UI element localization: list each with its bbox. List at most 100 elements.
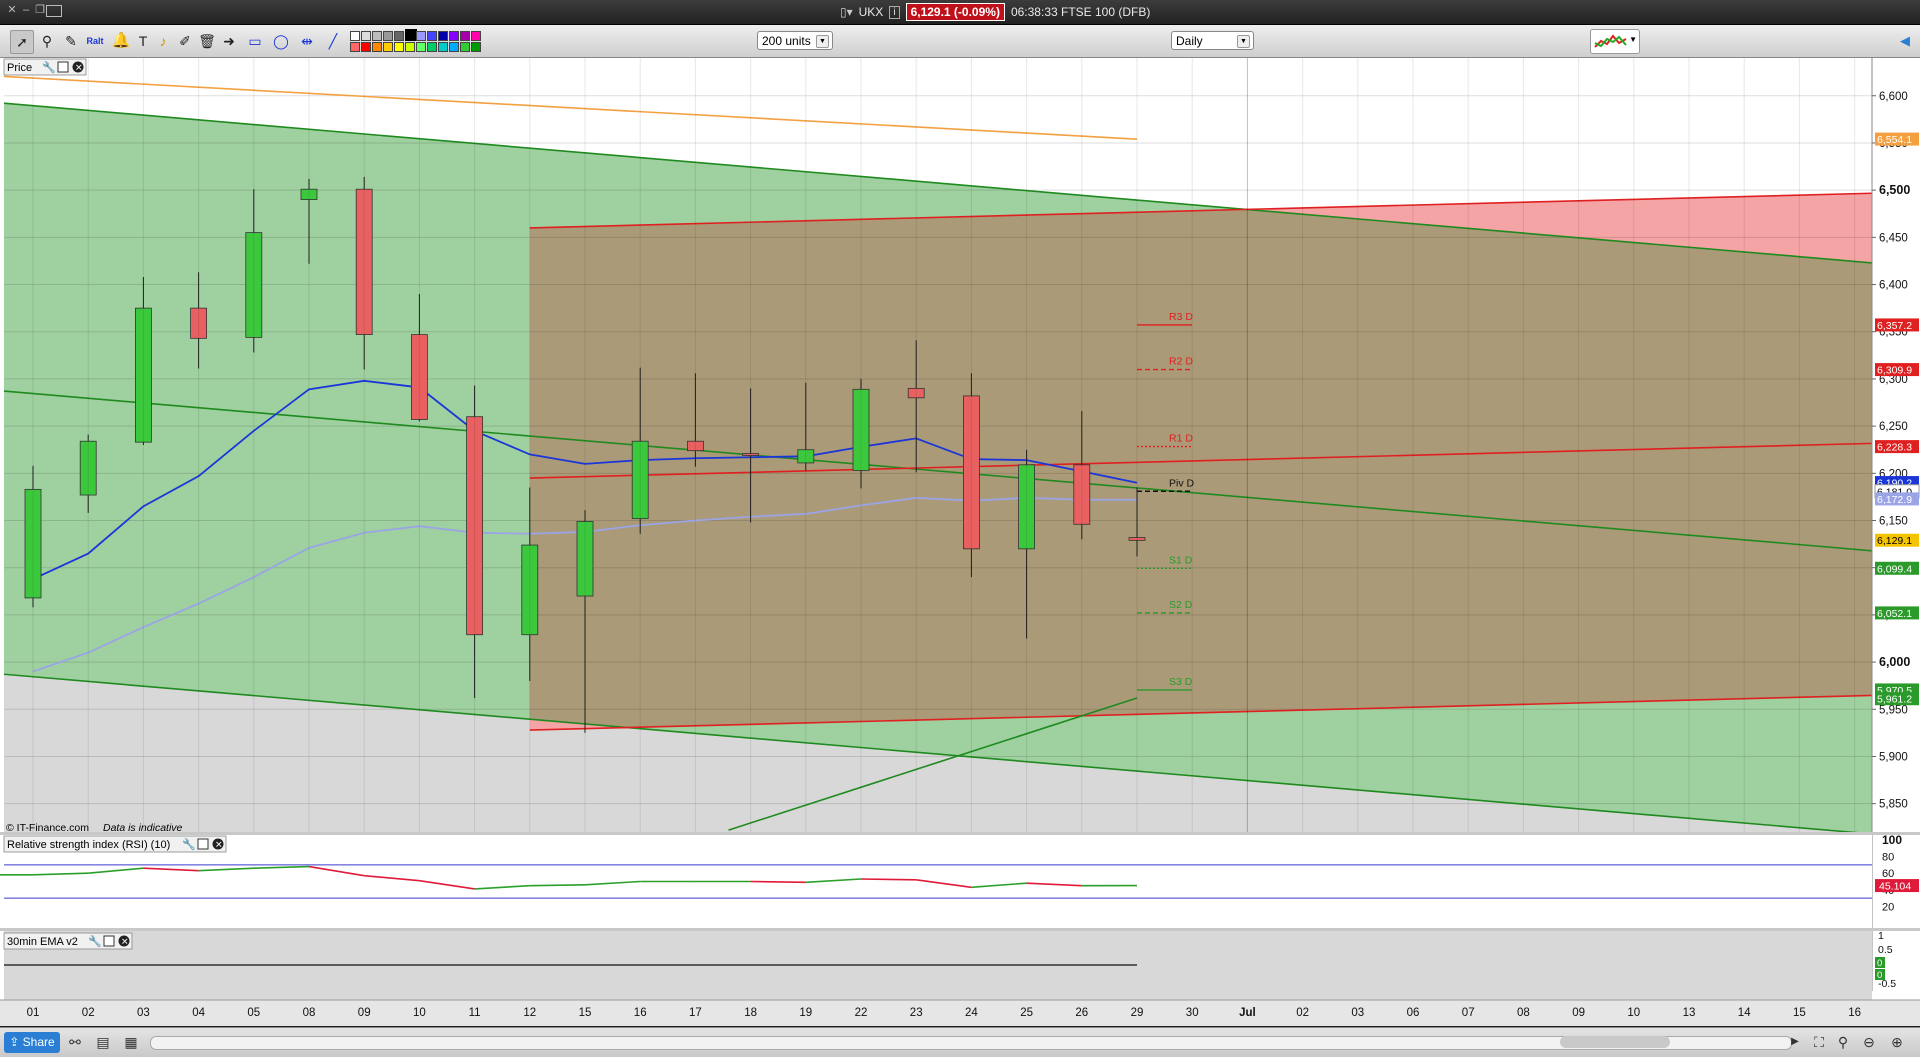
time-axis-label: 14 — [1738, 1007, 1751, 1019]
drawing-toolbar: ➚ ⚲ ✎ Ralt 🔔 T ♪ ✐ 🗑 ➜ ▭ ◯ ⇹ ╱ 200 units… — [0, 25, 1920, 58]
color-swatch-amber[interactable] — [383, 42, 393, 52]
time-axis-label: 16 — [634, 1007, 647, 1019]
chart-area[interactable]: R3 DR2 DR1 DPiv DS1 DS2 DS3 D6,6006,5506… — [0, 58, 1920, 1026]
price-badge: 6,129.1 (-0.09%) — [905, 3, 1005, 21]
color-swatch-purple[interactable] — [449, 31, 459, 41]
rsi-background — [4, 835, 1872, 928]
wrench-icon[interactable]: 🔧 — [182, 837, 196, 851]
arrow-tool-icon[interactable]: ➜ — [218, 30, 240, 52]
maximize-panel-icon[interactable] — [57, 61, 69, 73]
price-tick-label: 6,600 — [1879, 91, 1908, 103]
color-swatch-lime[interactable] — [405, 42, 415, 52]
time-axis-label: 02 — [82, 1007, 95, 1019]
layout-icon[interactable]: ▤ — [94, 1033, 112, 1051]
price-tag-text: 6,099.4 — [1877, 563, 1912, 575]
wrench-icon[interactable]: 🔧 — [42, 60, 56, 74]
maximize-panel-icon[interactable] — [197, 838, 209, 850]
paint-tool-icon[interactable]: ✐ — [174, 30, 196, 52]
price-tick-label: 5,900 — [1879, 751, 1908, 763]
time-axis-label: 04 — [192, 1007, 205, 1019]
trash-icon[interactable]: 🗑 — [196, 30, 218, 52]
color-swatch-lightgreen[interactable] — [416, 42, 426, 52]
maximize-panel-icon[interactable] — [103, 935, 115, 947]
color-swatch-forest[interactable] — [471, 42, 481, 52]
restore-window-icon[interactable]: ❐ — [34, 4, 46, 16]
pointer-tool-icon[interactable]: ➚ — [10, 30, 34, 54]
color-swatch-gray[interactable] — [383, 31, 393, 41]
scrollbar-thumb[interactable] — [1560, 1036, 1670, 1048]
color-swatch-yellow[interactable] — [394, 42, 404, 52]
price-tag-text: 6,228.3 — [1877, 442, 1912, 454]
rectangle-tool-icon[interactable]: ▭ — [244, 30, 266, 52]
color-swatch-lightgray[interactable] — [361, 31, 371, 41]
color-swatch-red[interactable] — [361, 42, 371, 52]
scroll-right-icon[interactable]: ▶ — [1786, 1033, 1804, 1051]
zoom-out-icon[interactable]: ⊖ — [1860, 1033, 1878, 1051]
color-swatch-silver[interactable] — [372, 31, 382, 41]
time-axis-label: 09 — [358, 1007, 371, 1019]
units-select[interactable]: 200 units ▼ — [757, 31, 833, 50]
info-icon[interactable]: i — [889, 5, 900, 19]
time-axis-label: 08 — [1517, 1007, 1530, 1019]
collapse-panel-icon[interactable]: ◀ — [1894, 30, 1916, 52]
time-axis-label: 11 — [469, 1007, 481, 1019]
color-swatch-pink[interactable] — [471, 31, 481, 41]
fit-chart-icon[interactable]: ⛶ — [1810, 1033, 1828, 1051]
color-swatch-teal[interactable] — [438, 42, 448, 52]
title-center: ▯▾ UKX i 6,129.1 (-0.09%) 06:38:33 FTSE … — [840, 3, 1150, 21]
trend-line-tool-icon[interactable]: ╱ — [322, 30, 344, 52]
color-swatch-magenta[interactable] — [460, 31, 470, 41]
period-select[interactable]: Daily ▼ — [1171, 31, 1254, 50]
panel-header: Price 🔧 ✕ — [3, 58, 87, 76]
color-swatch-navy[interactable] — [438, 31, 448, 41]
alert-bell-icon[interactable]: 🔔 — [110, 30, 132, 52]
time-axis-label: 07 — [1462, 1007, 1475, 1019]
text-tool-icon[interactable]: T — [132, 30, 154, 52]
color-swatch-sky[interactable] — [449, 42, 459, 52]
color-palette[interactable] — [350, 29, 504, 53]
grid-settings-icon[interactable]: ▦ — [122, 1033, 140, 1051]
fibonacci-tool-icon[interactable]: Ralt — [84, 30, 106, 52]
price-tick-label: 5,850 — [1879, 799, 1908, 811]
zoom-fit-icon[interactable]: ⚲ — [1834, 1033, 1852, 1051]
time-axis-label: 17 — [689, 1007, 702, 1019]
time-axis-label: 13 — [1683, 1007, 1696, 1019]
chart-style-button[interactable]: ▼ — [1590, 29, 1640, 54]
pivot-label: Piv D — [1169, 477, 1195, 489]
ellipse-tool-icon[interactable]: ◯ — [270, 30, 292, 52]
time-axis-label: 15 — [579, 1007, 592, 1019]
color-swatch-darkgray[interactable] — [394, 31, 404, 41]
chart-canvas[interactable]: R3 DR2 DR1 DPiv DS1 DS2 DS3 D6,6006,5506… — [0, 58, 1920, 1026]
zoom-tool-icon[interactable]: ⚲ — [36, 30, 58, 52]
time-axis-label: 03 — [1351, 1007, 1364, 1019]
color-swatch-blue[interactable] — [427, 31, 437, 41]
price-tag: 6,357.2 — [1875, 318, 1919, 332]
panel-separator — [0, 832, 1920, 835]
time-axis-label: 18 — [744, 1007, 757, 1019]
color-swatch-salmon[interactable] — [350, 42, 360, 52]
zoom-in-icon[interactable]: ⊕ — [1888, 1033, 1906, 1051]
bell-icon[interactable]: ♪ — [152, 30, 174, 52]
wrench-icon[interactable]: 🔧 — [88, 934, 102, 948]
color-swatch-lavender[interactable] — [416, 31, 426, 41]
color-swatch-green[interactable] — [427, 42, 437, 52]
maximize-window-icon[interactable] — [46, 5, 62, 17]
color-swatch-grass[interactable] — [460, 42, 470, 52]
time-axis-label: 24 — [965, 1007, 978, 1019]
edit-chart-icon[interactable]: ✎ — [60, 30, 82, 52]
color-swatch-orange[interactable] — [372, 42, 382, 52]
color-swatch-white[interactable] — [350, 31, 360, 41]
link-icon[interactable]: ⚯ — [66, 1033, 84, 1051]
price-tag: 6,172.9 — [1875, 492, 1919, 506]
time-axis-label: 05 — [247, 1007, 260, 1019]
horizontal-scrollbar[interactable] — [150, 1036, 1792, 1050]
price-tag: 6,052.1 — [1875, 606, 1919, 620]
price-tag: 6,309.9 — [1875, 363, 1919, 377]
price-tag: 6,129.1 — [1875, 533, 1919, 547]
close-window-icon[interactable]: ✕ — [6, 4, 18, 16]
price-tick-label: 6,000 — [1879, 655, 1910, 669]
horizontal-line-tool-icon[interactable]: ⇹ — [296, 30, 318, 52]
share-button[interactable]: ⇪ Share — [4, 1032, 60, 1053]
minimize-window-icon[interactable]: – — [20, 4, 32, 16]
chart-application: ✕ – ❐ ▯▾ UKX i 6,129.1 (-0.09%) 06:38:33… — [0, 0, 1920, 1057]
